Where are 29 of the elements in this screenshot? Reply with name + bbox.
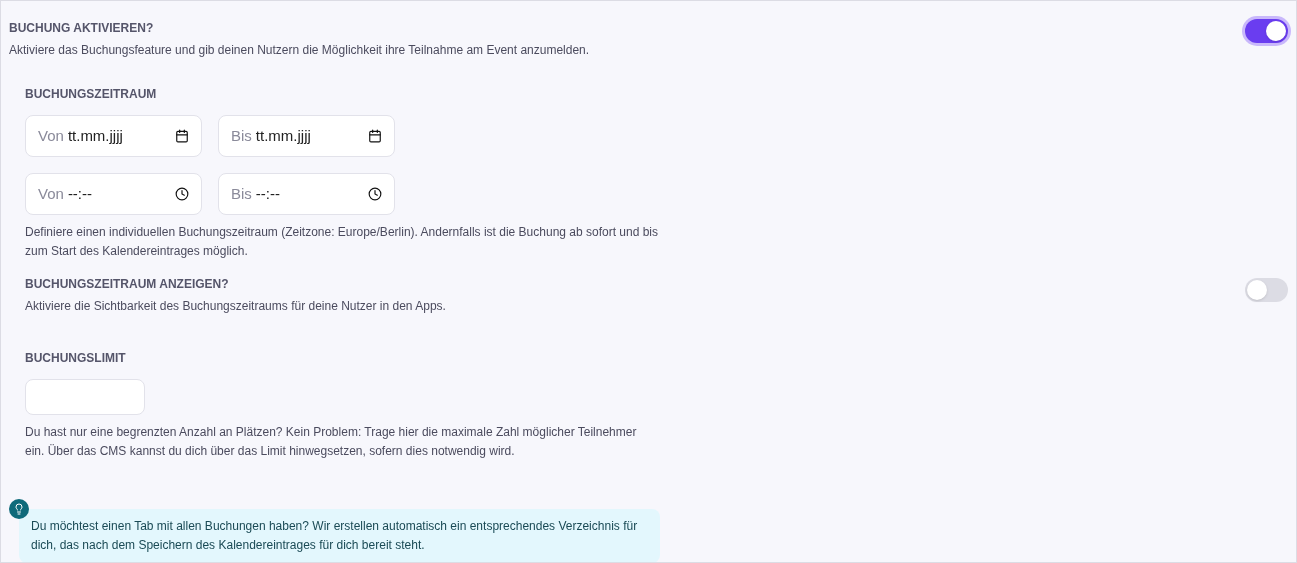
section-title: BUCHUNGSZEITRAUM	[25, 86, 158, 103]
clock-icon[interactable]	[368, 187, 382, 201]
tip-text: Du möchtest einen Tab mit allen Buchungen haben? Wir erstellen automatisch ein entsprechendes Verzeichnis für dich, das nach dem Speichern des Kalendereintrages für dich bereit steht.	[19, 509, 660, 562]
section-description: Aktiviere die Sichtbarkeit des Buchungszeitraums für deine Nutzer in den Apps.	[25, 298, 446, 315]
date-field[interactable]: Bis tt.mm.jjjj	[218, 115, 395, 157]
field-value: tt.mm.jjjj	[67, 125, 123, 146]
section-title: BUCHUNGSZEITRAUM ANZEIGEN?	[25, 276, 230, 293]
field-label: Bis	[231, 125, 252, 146]
section-title: BUCHUNGSLIMIT	[25, 350, 127, 367]
time-field[interactable]: Bis --:--	[218, 173, 395, 215]
field-value: --:--	[67, 183, 93, 204]
field-label: Von	[38, 125, 64, 146]
clock-icon[interactable]	[175, 187, 189, 201]
field-value: --:--	[255, 183, 280, 204]
calendar-icon[interactable]	[368, 129, 382, 143]
lightbulb-icon	[9, 499, 29, 519]
time-field[interactable]: Von --:--	[25, 173, 202, 215]
limit-input-field[interactable]	[25, 379, 145, 415]
field-label: Bis	[231, 183, 252, 204]
calendar-icon[interactable]	[175, 129, 189, 143]
section-title: BUCHUNG AKTIVIEREN?	[9, 20, 155, 37]
field-value: tt.mm.jjjj	[255, 125, 311, 146]
date-field[interactable]: Von tt.mm.jjjj	[25, 115, 202, 157]
toggle-switch[interactable]	[1245, 278, 1288, 302]
help-text: Definiere einen individuellen Buchungszeitraum (Zeitzone: Europe/Berlin). Andernfalls ist die Buchung ab sofort und bis zum Start des Kalendereintrages möglich.	[25, 224, 660, 260]
section-description: Aktiviere das Buchungsfeature und gib deinen Nutzern die Möglichkeit ihre Teilnahme am Event anzumelden.	[9, 42, 590, 59]
help-text: Du hast nur eine begrenzten Anzahl an Plätzen? Kein Problem: Trage hier die maximale Zahl möglicher Teilnehmer ein. Über das CMS kannst du dich über das Limit hinwegsetzen, sofern dies notwendig wird.	[25, 424, 638, 460]
toggle-switch[interactable]	[1245, 19, 1288, 43]
field-label: Von	[38, 183, 64, 204]
